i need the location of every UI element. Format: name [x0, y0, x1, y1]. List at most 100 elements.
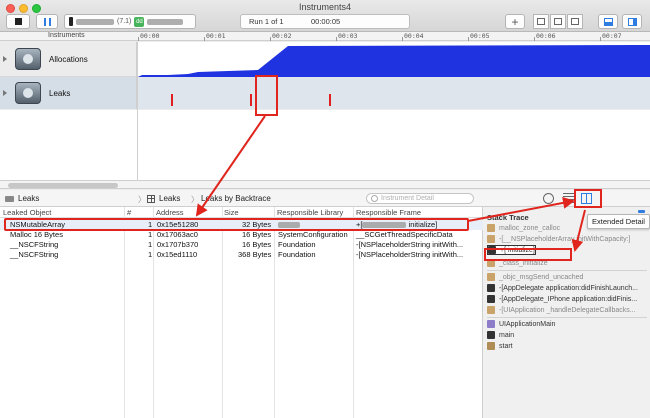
stop-recording-button[interactable] [6, 14, 30, 29]
stack-frame-label: _objc_msgSend_uncached [499, 273, 584, 281]
disclosure-triangle-icon[interactable] [3, 56, 7, 62]
table-row[interactable]: __NSCFString 1 0x1707b370 16 Bytes Found… [0, 240, 483, 250]
breadcrumb-separator: 〉 [138, 195, 146, 204]
allocations-graph[interactable] [138, 42, 650, 77]
breadcrumb-view-mode[interactable]: Leaks by Backtrace [201, 194, 271, 203]
ruler-tick [336, 37, 337, 41]
stack-frame[interactable]: UIApplicationMain [487, 319, 555, 329]
add-instrument-button[interactable]: + [505, 14, 525, 29]
scrollbar-thumb[interactable] [8, 183, 118, 188]
cell-count: 1 [148, 240, 153, 249]
stack-frame[interactable]: -[__NSPlaceholderArray initWithCapacity:… [487, 234, 631, 244]
stack-frame[interactable]: malloc_zone_calloc [487, 223, 560, 233]
ruler-tick-label: 00:07 [602, 32, 622, 40]
col-responsible-frame[interactable]: Responsible Frame [356, 208, 421, 217]
stack-frame[interactable]: -[AppDelegate_IPhone application:didFini… [487, 294, 637, 304]
zoom-window-button[interactable] [32, 4, 41, 13]
lib-frame-icon [487, 342, 495, 350]
ruler-tick [138, 37, 139, 41]
toggle-detail-area-button[interactable] [598, 14, 618, 29]
breadcrumb-label: Leaks [18, 194, 40, 203]
ruler-tick [270, 37, 271, 41]
breadcrumb-separator: 〉 [191, 195, 199, 204]
ruler-tick [534, 37, 535, 41]
cell-frame: -[NSPlaceholderString initWith... [356, 250, 464, 259]
ruler-tick [204, 37, 205, 41]
col-address[interactable]: Address [156, 208, 184, 217]
stack-frame[interactable]: main [487, 330, 514, 340]
col-responsible-library[interactable]: Responsible Library [277, 208, 343, 217]
user-frame-icon [487, 284, 495, 292]
ruler-tick-label: 00:00 [140, 32, 160, 40]
close-window-button[interactable] [6, 4, 15, 13]
stack-frame[interactable]: _objc_msgSend_uncached [487, 272, 583, 282]
stack-frame[interactable]: -[UIApplication _handleDelegateCallbacks… [487, 305, 636, 315]
breadcrumb-instrument[interactable]: Leaks [5, 194, 39, 203]
run-label: Run 1 of 1 [249, 17, 284, 26]
window-toolbar: Instruments4 (7.1) dd Run 1 of 1 00:00:0… [0, 0, 650, 32]
pause-recording-button[interactable] [36, 14, 58, 29]
sys-frame-icon [487, 235, 495, 243]
user-frame-icon [487, 295, 495, 303]
ruler-tick [468, 37, 469, 41]
stack-frame[interactable]: start [487, 341, 513, 351]
cell-library: Foundation [278, 250, 316, 259]
strategy-cpu-button[interactable] [533, 14, 549, 29]
cell-count: 1 [148, 230, 153, 239]
right-panel-icon [627, 17, 637, 26]
track-divider [137, 42, 138, 180]
redacted-device-name [76, 18, 114, 25]
track-allocations[interactable]: Allocations [0, 42, 137, 77]
cell-size: 16 Bytes [242, 230, 272, 239]
cell-address: 0x1707b370 [157, 240, 199, 249]
cell-count: 1 [148, 250, 153, 259]
breadcrumb-detail-type[interactable]: Leaks [147, 194, 180, 203]
timeline-scrollbar[interactable] [0, 180, 650, 189]
pause-icon [43, 17, 51, 26]
cell-library: Foundation [278, 240, 316, 249]
threads-strategy-icon [571, 18, 579, 25]
leaks-graph[interactable] [138, 77, 650, 109]
leak-spike[interactable] [250, 94, 252, 106]
window-title: Instruments4 [298, 2, 352, 12]
strategy-threads-button[interactable] [567, 14, 583, 29]
disclosure-triangle-icon[interactable] [3, 90, 7, 96]
cell-address: 0x15ed1110 [157, 250, 198, 259]
time-ruler[interactable]: 00:00 00:01 00:02 00:03 00:04 00:05 00:06 00:07 [138, 32, 650, 41]
ruler-tick-label: 00:06 [536, 32, 556, 40]
cell-library: SystemConfiguration [278, 230, 348, 239]
leaks-table: Leaked Object # Address Size Responsible… [0, 207, 483, 418]
instrument-detail-search[interactable]: Instrument Detail [366, 193, 474, 204]
table-row[interactable]: __NSCFString 1 0x15ed1110 368 Bytes Foun… [0, 250, 483, 260]
col-count[interactable]: # [127, 208, 131, 217]
device-os-version: (7.1) [117, 18, 132, 25]
app-icon: dd [134, 16, 145, 27]
target-device-selector[interactable]: (7.1) dd [64, 14, 196, 29]
display-settings-icon[interactable] [563, 193, 574, 204]
ui-frame-icon [487, 320, 495, 328]
cell-frame: -[NSPlaceholderString initWith... [356, 240, 464, 249]
stack-trace-title: Stack Trace [487, 213, 529, 222]
strategy-instruments-button[interactable] [550, 14, 566, 29]
track-leaks[interactable]: Leaks [0, 77, 137, 109]
stack-frame-label: -[UIApplication _handleDelegateCallbacks… [499, 306, 636, 314]
sys-frame-icon [487, 273, 495, 281]
stack-frame-label: start [499, 342, 513, 350]
sys-frame-icon [487, 306, 495, 314]
ruler-tick-label: 00:02 [272, 32, 292, 40]
col-size[interactable]: Size [224, 208, 239, 217]
plus-icon: + [511, 14, 519, 29]
leak-spike[interactable] [171, 94, 173, 106]
stack-frame[interactable]: -[AppDelegate application:didFinishLaunc… [487, 283, 638, 293]
minimize-window-button[interactable] [19, 4, 28, 13]
table-header: Leaked Object # Address Size Responsible… [0, 207, 483, 218]
cell-object: __NSCFString [10, 240, 59, 249]
col-leaked-object[interactable]: Leaked Object [3, 208, 51, 217]
leak-spike[interactable] [329, 94, 331, 106]
stack-frame-label: -[AppDelegate application:didFinishLaunc… [499, 284, 638, 292]
stack-divider [487, 317, 647, 318]
toggle-inspector-button[interactable] [622, 14, 642, 29]
instruments-strategy-icon [554, 18, 562, 25]
table-row[interactable]: Malloc 16 Bytes 1 0x17063ac0 16 Bytes Sy… [0, 230, 483, 240]
record-settings-icon[interactable] [543, 193, 554, 204]
